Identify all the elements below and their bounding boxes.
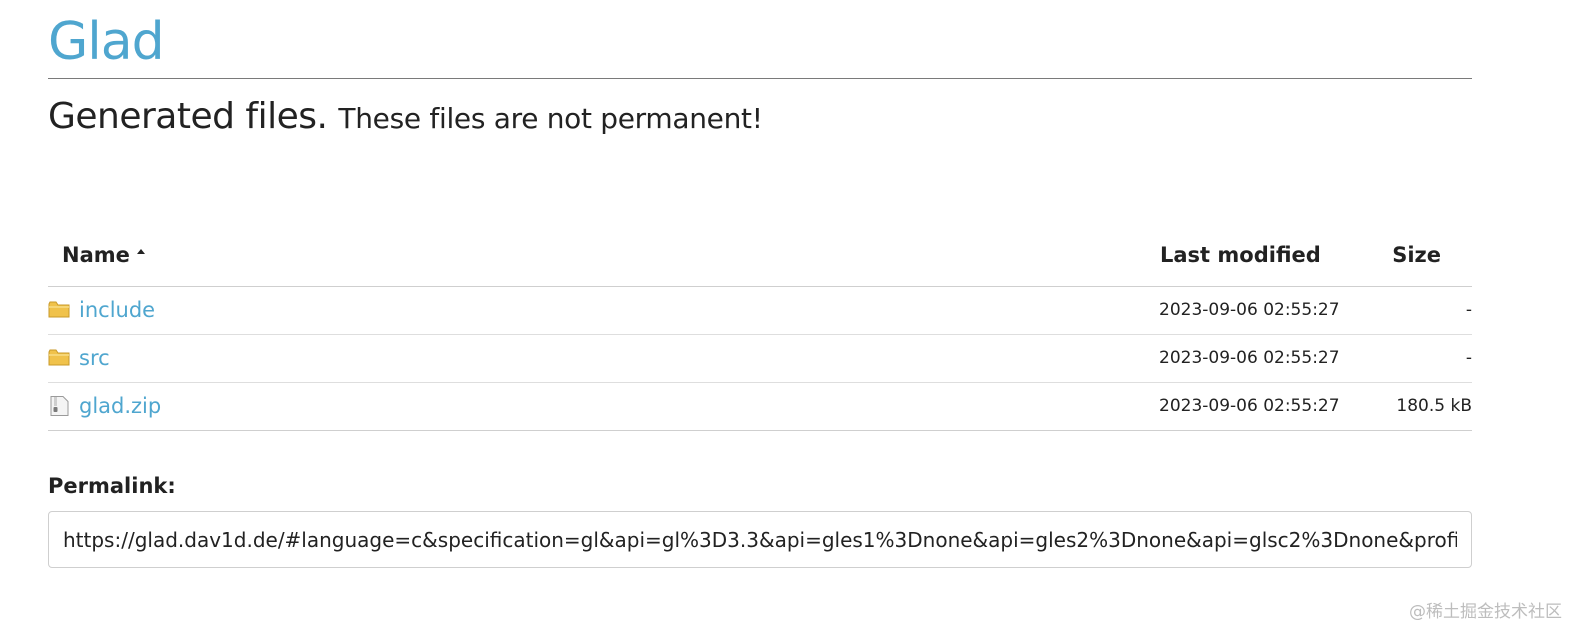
table-row: src 2023-09-06 02:55:27 - [48,333,1472,382]
file-size-cell: - [1360,333,1472,382]
file-modified-cell: 2023-09-06 02:55:27 [1124,381,1360,431]
file-size-cell: - [1360,285,1472,334]
brand-title-link[interactable]: Glad [48,0,1472,79]
file-modified-cell: 2023-09-06 02:55:27 [1124,285,1360,334]
column-header-name-label: Name [62,242,130,267]
file-name-cell: glad.zip [48,381,1124,431]
permalink-label: Permalink: [48,474,176,498]
column-header-last-modified-label: Last modified [1160,242,1321,267]
watermark: @稀土掘金技术社区 [1409,602,1562,622]
caret-up-icon [136,248,145,254]
folder-icon [48,349,70,366]
file-modified-cell: 2023-09-06 02:55:27 [1124,333,1360,382]
page-heading: Generated files. These files are not per… [48,95,1472,141]
table-row: glad.zip 2023-09-06 02:55:27 180.5 kB [48,381,1472,431]
page-heading-sub: These files are not permanent! [338,102,763,135]
file-name-cell: src [48,333,1124,382]
column-header-size[interactable]: Size [1360,224,1472,286]
files-table: Name Last modified Size include 2023-09-… [48,224,1472,431]
page-container: Glad Generated files. These files are no… [48,0,1472,568]
file-link-glad-zip[interactable]: glad.zip [79,394,161,418]
column-header-last-modified[interactable]: Last modified [1124,224,1360,286]
permalink-input[interactable] [48,511,1472,568]
file-link-include[interactable]: include [79,298,155,322]
page-heading-main: Generated files. [48,96,328,137]
column-header-name[interactable]: Name [48,224,1124,287]
column-header-size-label: Size [1392,242,1441,267]
file-size-cell: 180.5 kB [1360,381,1472,431]
archive-file-icon [50,396,69,416]
table-row: include 2023-09-06 02:55:27 - [48,285,1472,334]
file-link-src[interactable]: src [79,346,110,370]
folder-icon [48,301,70,318]
table-header-row: Name Last modified Size [48,224,1472,287]
file-name-cell: include [48,285,1124,334]
